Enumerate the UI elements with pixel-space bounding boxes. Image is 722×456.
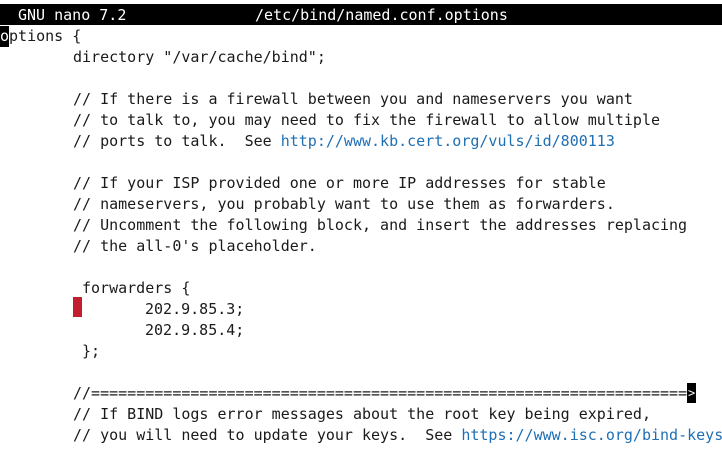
comment-line[interactable]: // If BIND logs error messages about the… — [73, 404, 651, 425]
bind-keys-url-link[interactable]: https://www.isc.org/bind-keys — [461, 426, 722, 444]
comment-text: // ports to talk. See — [73, 132, 281, 150]
separator-line[interactable]: //======================================… — [73, 383, 697, 404]
separator-text: //======================================… — [73, 384, 688, 402]
forwarders-open-line[interactable]: forwarders { — [82, 278, 190, 299]
comment-line[interactable]: // Uncomment the following block, and in… — [73, 215, 687, 236]
comment-line[interactable]: // you will need to update your keys. Se… — [73, 425, 722, 446]
comment-line[interactable]: // to talk to, you may need to fix the f… — [73, 110, 660, 131]
file-path-label: /etc/bind/named.conf.options — [255, 6, 508, 24]
comment-line[interactable]: // ports to talk. See http://www.kb.cert… — [73, 131, 615, 152]
forwarders-close-line[interactable]: }; — [82, 341, 100, 362]
options-keyword: ptions { — [9, 27, 82, 45]
forwarder-ip-line[interactable]: 202.9.85.4; — [145, 320, 244, 341]
comment-line[interactable]: // the all-0's placeholder. — [73, 236, 317, 257]
text-editor-area[interactable]: options { directory "/var/cache/bind"; /… — [0, 25, 722, 456]
forwarder-ip-line[interactable]: 202.9.85.3; — [145, 299, 244, 320]
comment-text: // you will need to update your keys. Se… — [73, 426, 462, 444]
syntax-error-marker — [73, 297, 82, 317]
comment-line[interactable]: // If your ISP provided one or more IP a… — [73, 173, 606, 194]
nano-title-bar: GNU nano 7.2 /etc/bind/named.conf.option… — [0, 4, 722, 25]
line-options[interactable]: options { — [0, 26, 81, 47]
app-version-label: GNU nano 7.2 — [18, 6, 127, 24]
comment-line[interactable]: // nameservers, you probably want to use… — [73, 194, 615, 215]
comment-line[interactable]: // If there is a firewall between you an… — [73, 89, 633, 110]
text-cursor: o — [0, 26, 10, 47]
line-directory[interactable]: directory "/var/cache/bind"; — [73, 47, 326, 68]
line-overflow-indicator: > — [687, 383, 697, 403]
cert-url-link[interactable]: http://www.kb.cert.org/vuls/id/800113 — [281, 132, 615, 150]
